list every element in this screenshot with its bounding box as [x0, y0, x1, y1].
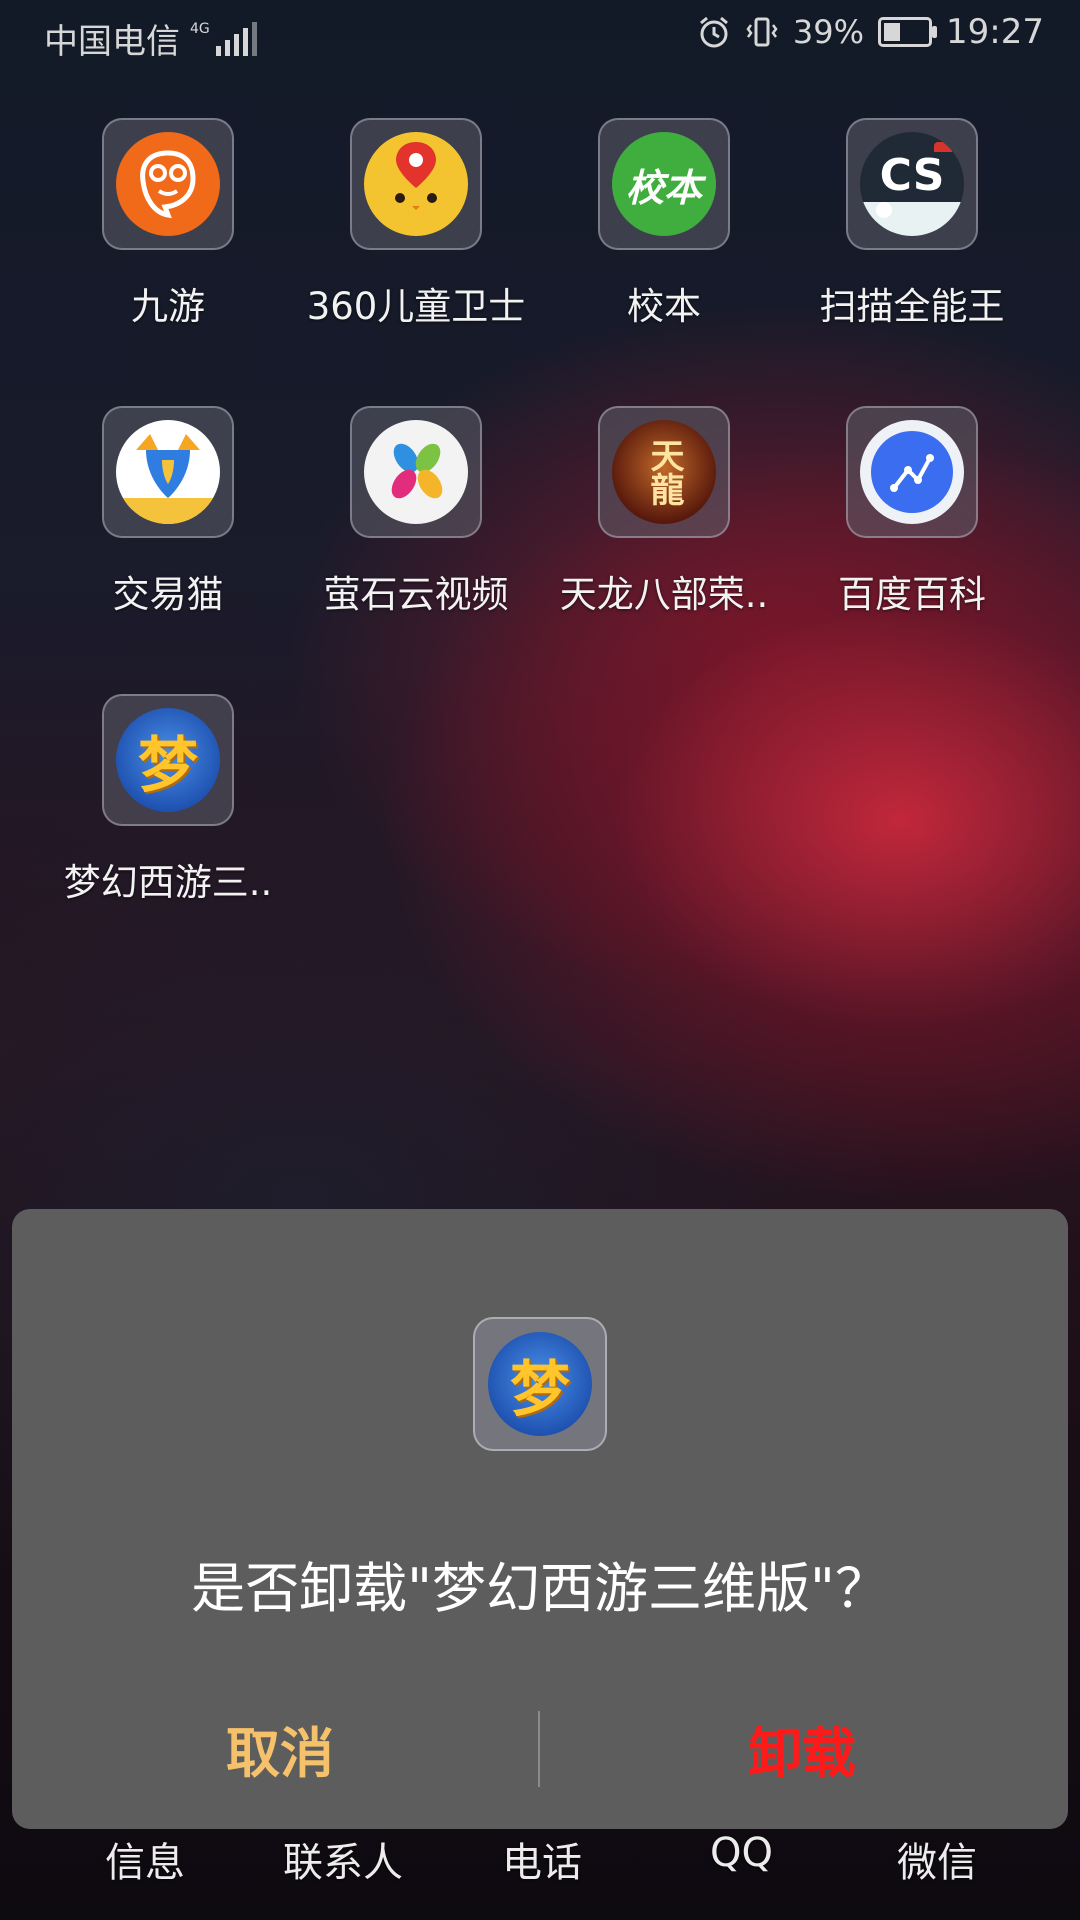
app-xiaoben[interactable]: 校本 校本 [540, 118, 788, 330]
status-left: 中国电信 4G [44, 14, 257, 63]
camscanner-icon: CS [860, 132, 964, 236]
dock-item-phone[interactable]: 电话 [502, 1830, 582, 1888]
xiaoben-icon: 校本 [612, 132, 716, 236]
app-tile[interactable] [350, 118, 482, 250]
app-label: 360儿童卫士 [306, 285, 526, 328]
app-ezviz[interactable]: 萤石云视频 [292, 406, 540, 618]
dialog-question: 是否卸载"梦幻西游三维版"？ [191, 1557, 889, 1620]
app-label: 梦幻西游三.. [63, 861, 273, 904]
app-label: 扫描全能王 [819, 285, 1005, 328]
app-label: 校本 [627, 285, 701, 328]
360-kids-guard-icon [364, 132, 468, 236]
app-tile[interactable]: 校本 [598, 118, 730, 250]
battery-icon [878, 17, 938, 47]
app-camscanner[interactable]: CS 扫描全能王 [788, 118, 1036, 330]
menghuan-icon: 梦 [116, 708, 220, 812]
cancel-button[interactable]: 取消 [30, 1703, 530, 1793]
dock-item-contacts[interactable]: 联系人 [283, 1830, 403, 1888]
dock-item-messages[interactable]: 信息 [105, 1830, 185, 1888]
ezviz-icon [364, 420, 468, 524]
menghuan-logo-text: 梦 [138, 730, 198, 801]
app-tile[interactable]: CS [846, 118, 978, 250]
app-tile[interactable] [102, 118, 234, 250]
button-divider [538, 1711, 540, 1787]
app-tile[interactable]: 天龍 [598, 406, 730, 538]
app-tile[interactable] [846, 406, 978, 538]
app-label: 百度百科 [838, 573, 986, 616]
alarm-icon [699, 16, 728, 48]
dock: 信息 联系人 电话 QQ 微信 [0, 1830, 1080, 1920]
camscanner-logo-text: CS [879, 149, 945, 201]
app-jiaoyimao[interactable]: 交易猫 [44, 406, 292, 618]
uninstall-button[interactable]: 卸载 [552, 1703, 1052, 1793]
dialog-app-tile: 梦 [473, 1317, 607, 1451]
app-tile[interactable] [102, 406, 234, 538]
status-bar: 中国电信 4G 39% 19:27 [0, 0, 1080, 74]
signal-icon: 4G [190, 20, 257, 56]
status-right: 39% 19:27 [697, 12, 1044, 52]
menghuan-logo-text: 梦 [510, 1354, 570, 1425]
jiaoyimao-icon [116, 420, 220, 524]
app-label: 天龙八部荣.. [559, 573, 769, 616]
dock-item-qq[interactable]: QQ [710, 1830, 773, 1876]
app-label: 萤石云视频 [323, 573, 509, 616]
battery-percent: 39% [792, 13, 865, 51]
xiaoben-logo-text: 校本 [625, 165, 702, 210]
network-type: 4G [190, 20, 210, 37]
vibrate-icon [746, 17, 778, 47]
app-tile[interactable]: 梦 [102, 694, 234, 826]
jiuyou-icon [116, 132, 220, 236]
app-jiuyou[interactable]: 九游 [44, 118, 292, 330]
carrier-name: 中国电信 [44, 22, 180, 62]
dock-item-wechat[interactable]: 微信 [897, 1830, 977, 1888]
tianlong-logo-text: 天龍 [644, 438, 684, 506]
app-label: 九游 [131, 285, 205, 328]
app-360-kids-guard[interactable]: 360儿童卫士 [292, 118, 540, 330]
uninstall-dialog: 梦 是否卸载"梦幻西游三维版"？ 取消 卸载 [12, 1209, 1068, 1829]
app-tile[interactable] [350, 406, 482, 538]
app-baidu-baike[interactable]: 百度百科 [788, 406, 1036, 618]
clock: 19:27 [946, 12, 1044, 52]
app-label: 交易猫 [112, 573, 224, 616]
tianlong-icon: 天龍 [612, 420, 716, 524]
menghuan-icon: 梦 [488, 1332, 592, 1436]
app-tianlong[interactable]: 天龍 天龙八部荣.. [540, 406, 788, 618]
baidu-baike-icon [860, 420, 964, 524]
app-menghuan[interactable]: 梦 梦幻西游三.. [44, 694, 292, 906]
